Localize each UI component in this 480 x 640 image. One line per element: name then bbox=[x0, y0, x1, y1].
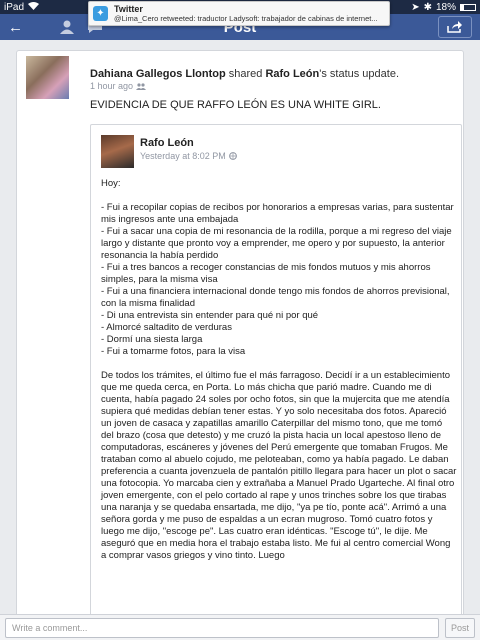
shared-paragraph: De todos los trámites, el último fue el … bbox=[101, 370, 457, 561]
post-status: EVIDENCIA DE QUE RAFFO LEÓN ES UNA WHITE… bbox=[90, 99, 381, 111]
friend-requests-icon[interactable] bbox=[59, 20, 75, 34]
shared-avatar[interactable] bbox=[101, 135, 134, 168]
shared-greeting: Hoy: bbox=[101, 178, 121, 189]
notification-body: @Lima_Cero retweeted: traductor Ladysoft… bbox=[114, 13, 378, 23]
list-item: - Fui a recopilar copias de recibos por … bbox=[101, 202, 454, 225]
shared-time[interactable]: Yesterday at 8:02 PM bbox=[140, 151, 226, 161]
post-header: Dahiana Gallegos Llontop shared Rafo Leó… bbox=[90, 68, 399, 80]
shared-body: Hoy: - Fui a recopilar copias de recibos… bbox=[101, 178, 457, 562]
shared-post: Rafo León Yesterday at 8:02 PM Hoy: - Fu… bbox=[90, 124, 462, 619]
globe-icon bbox=[228, 152, 237, 160]
list-item: - Dormí una siesta larga bbox=[101, 334, 203, 345]
share-icon bbox=[447, 21, 462, 33]
location-icon: ➤ bbox=[411, 1, 420, 13]
battery-level-fill bbox=[461, 4, 464, 10]
shared-meta: Yesterday at 8:02 PM bbox=[140, 151, 237, 161]
comment-input[interactable]: Write a comment... bbox=[5, 617, 439, 638]
list-item: - Fui a sacar una copia de mi resonancia… bbox=[101, 226, 452, 261]
share-button[interactable] bbox=[438, 16, 472, 38]
shared-author[interactable]: Rafo León bbox=[140, 137, 194, 149]
post-card: Dahiana Gallegos Llontop shared Rafo Leó… bbox=[16, 50, 464, 620]
list-item: - Fui a una financiera internacional don… bbox=[101, 286, 450, 309]
post-meta: 1 hour ago bbox=[90, 81, 147, 91]
post-comment-button[interactable]: Post bbox=[445, 617, 475, 638]
battery-percent: 18% bbox=[435, 1, 456, 13]
list-item: - Fui a tomarme fotos, para la visa bbox=[101, 346, 246, 357]
wifi-icon bbox=[28, 1, 40, 13]
notification-title: Twitter bbox=[114, 3, 143, 14]
comment-bar: Write a comment... Post bbox=[0, 614, 480, 640]
back-arrow-icon[interactable]: ← bbox=[8, 19, 23, 36]
post-time[interactable]: 1 hour ago bbox=[90, 81, 133, 91]
list-item: - Fui a tres bancos a recoger constancia… bbox=[101, 262, 431, 285]
device-label: iPad bbox=[4, 1, 25, 13]
list-item: - Almorcé saltadito de verduras bbox=[101, 322, 232, 333]
list-item: - Di una entrevista sin entender para qu… bbox=[101, 310, 319, 321]
shared-text: shared bbox=[228, 68, 263, 80]
battery-icon bbox=[460, 3, 476, 11]
friends-audience-icon bbox=[136, 82, 147, 90]
twitter-bird-icon: ✦ bbox=[93, 6, 108, 21]
bluetooth-icon: ✱ bbox=[423, 1, 432, 13]
shared-suffix: 's status update. bbox=[319, 68, 399, 80]
avatar[interactable] bbox=[26, 56, 69, 99]
original-author-link[interactable]: Rafo León bbox=[265, 68, 319, 80]
post-author-link[interactable]: Dahiana Gallegos Llontop bbox=[90, 68, 226, 80]
twitter-notification[interactable]: ✦ Twitter @Lima_Cero retweeted: traducto… bbox=[88, 1, 390, 26]
